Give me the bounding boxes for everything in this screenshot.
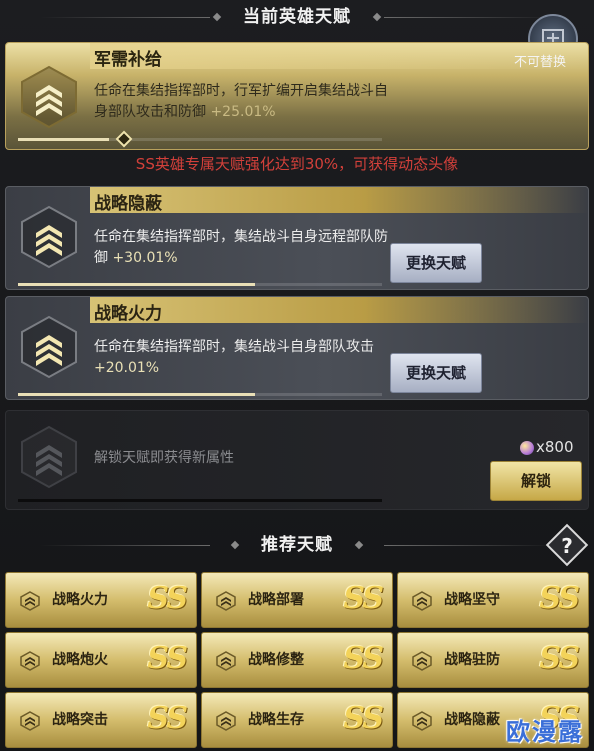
recommended-talent-card[interactable]: 战略火力 SS: [5, 572, 197, 628]
talent-name: 战略火力: [94, 304, 162, 324]
recommended-talent-name: 战略火力: [52, 592, 108, 608]
recommended-talent-name: 战略坚守: [444, 592, 500, 608]
talent-progress-fill: [18, 138, 109, 141]
gem-icon: [520, 441, 534, 455]
chevron-rank-icon: [20, 651, 40, 671]
talent-card-stealth: 战略隐蔽 任命在集结指挥部时，集结战斗自身远程部队防御 +30.01% 更换天赋: [5, 186, 589, 290]
chevron-rank-icon: [412, 651, 432, 671]
talent-description: 任命在集结指挥部时，行军扩编开启集结战斗自身部队攻击和防御 +25.01%: [94, 81, 394, 123]
unlock-button[interactable]: 解锁: [490, 461, 582, 501]
recommended-talent-card[interactable]: 战略坚守 SS: [397, 572, 589, 628]
recommended-talent-name: 战略修整: [248, 652, 304, 668]
chevron-rank-icon: [20, 591, 40, 611]
recommended-talent-card[interactable]: 战略部署 SS: [201, 572, 393, 628]
header-divider-right: [384, 545, 554, 546]
talent-progress-bar: [18, 393, 382, 396]
header-divider-right: [384, 17, 554, 18]
chevron-rank-icon: [412, 711, 432, 731]
talent-bonus-value: +30.01%: [112, 250, 178, 266]
talent-bonus-value: +25.01%: [210, 104, 276, 120]
talent-name: 军需补给: [94, 50, 162, 70]
recommended-talent-name: 战略部署: [248, 592, 304, 608]
unlock-cost: x800: [536, 438, 574, 456]
chevron-rank-icon: [21, 65, 77, 129]
locked-chevron-icon: [21, 425, 77, 489]
header-ornament: [230, 540, 240, 550]
talent-progress-bar: [18, 138, 382, 141]
recommended-talent-card[interactable]: 战略驻防 SS: [397, 632, 589, 688]
grade-badge: SS: [539, 641, 580, 676]
talent-bonus-value: +20.01%: [94, 360, 160, 376]
recommended-talent-card[interactable]: 战略生存 SS: [201, 692, 393, 748]
help-icon: ?: [561, 534, 573, 558]
grade-badge: SS: [539, 581, 580, 616]
talent-progress-fill: [18, 393, 255, 396]
grade-badge: SS: [343, 641, 384, 676]
locked-slot-description: 解锁天赋即获得新属性: [94, 450, 234, 466]
locked-talent-slot: 解锁天赋即获得新属性 x800 解锁: [5, 410, 589, 510]
grade-badge: SS: [147, 701, 188, 736]
header-ornament: [372, 12, 382, 22]
watermark: 欧漫露: [506, 718, 584, 746]
recommended-talent-card[interactable]: 战略突击 SS: [5, 692, 197, 748]
talent-card-firepower: 战略火力 任命在集结指挥部时，集结战斗自身部队攻击 +20.01% 更换天赋: [5, 296, 589, 400]
grade-badge: SS: [147, 641, 188, 676]
talent-progress-bar: [18, 283, 382, 286]
chevron-rank-icon: [216, 711, 236, 731]
talent-card-supply: 军需补给 不可替换 任命在集结指挥部时，行军扩编开启集结战斗自身部队攻击和防御 …: [5, 42, 589, 150]
recommended-talents-header: 推荐天赋: [0, 530, 594, 560]
recommended-talent-name: 战略突击: [52, 712, 108, 728]
recommended-talent-name: 战略炮火: [52, 652, 108, 668]
talent-panel: 当前英雄天赋 军需补给 不可替换 任命在集结指挥部时，行军扩编开启集结战斗自身部…: [0, 0, 594, 751]
recommended-talents-title: 推荐天赋: [261, 535, 333, 555]
locked-progress-bar: [18, 499, 382, 502]
chevron-rank-icon: [21, 315, 77, 379]
talent-description: 任命在集结指挥部时，集结战斗自身部队攻击 +20.01%: [94, 337, 390, 379]
ss-notice: SS英雄专属天赋强化达到30%，可获得动态头像: [135, 155, 459, 173]
progress-marker-icon: [115, 130, 133, 148]
chevron-rank-icon: [412, 591, 432, 611]
talent-desc-text: 任命在集结指挥部时，集结战斗自身部队攻击: [94, 339, 374, 355]
change-talent-button[interactable]: 更换天赋: [390, 243, 482, 283]
chevron-rank-icon: [216, 651, 236, 671]
grade-badge: SS: [343, 581, 384, 616]
talent-namebar: [90, 297, 588, 323]
chevron-rank-icon: [216, 591, 236, 611]
current-talents-title: 当前英雄天赋: [243, 7, 351, 27]
recommended-talent-name: 战略驻防: [444, 652, 500, 668]
recommended-talent-name: 战略生存: [248, 712, 304, 728]
recommended-talent-name: 战略隐蔽: [444, 712, 500, 728]
header-ornament: [212, 12, 222, 22]
header-divider-left: [40, 545, 210, 546]
grade-badge: SS: [343, 701, 384, 736]
recommended-talent-card[interactable]: 战略炮火 SS: [5, 632, 197, 688]
header-ornament: [354, 540, 364, 550]
talent-description: 任命在集结指挥部时，集结战斗自身远程部队防御 +30.01%: [94, 227, 390, 269]
talent-namebar: [90, 187, 588, 213]
chevron-rank-icon: [21, 205, 77, 269]
talent-name: 战略隐蔽: [94, 194, 162, 214]
current-talents-header: 当前英雄天赋: [0, 2, 594, 32]
change-talent-button[interactable]: 更换天赋: [390, 353, 482, 393]
talent-progress-fill: [18, 283, 255, 286]
chevron-rank-icon: [20, 711, 40, 731]
grade-badge: SS: [147, 581, 188, 616]
not-replaceable-tag: 不可替换: [513, 55, 566, 70]
header-divider-left: [40, 17, 210, 18]
recommended-talent-card[interactable]: 战略修整 SS: [201, 632, 393, 688]
